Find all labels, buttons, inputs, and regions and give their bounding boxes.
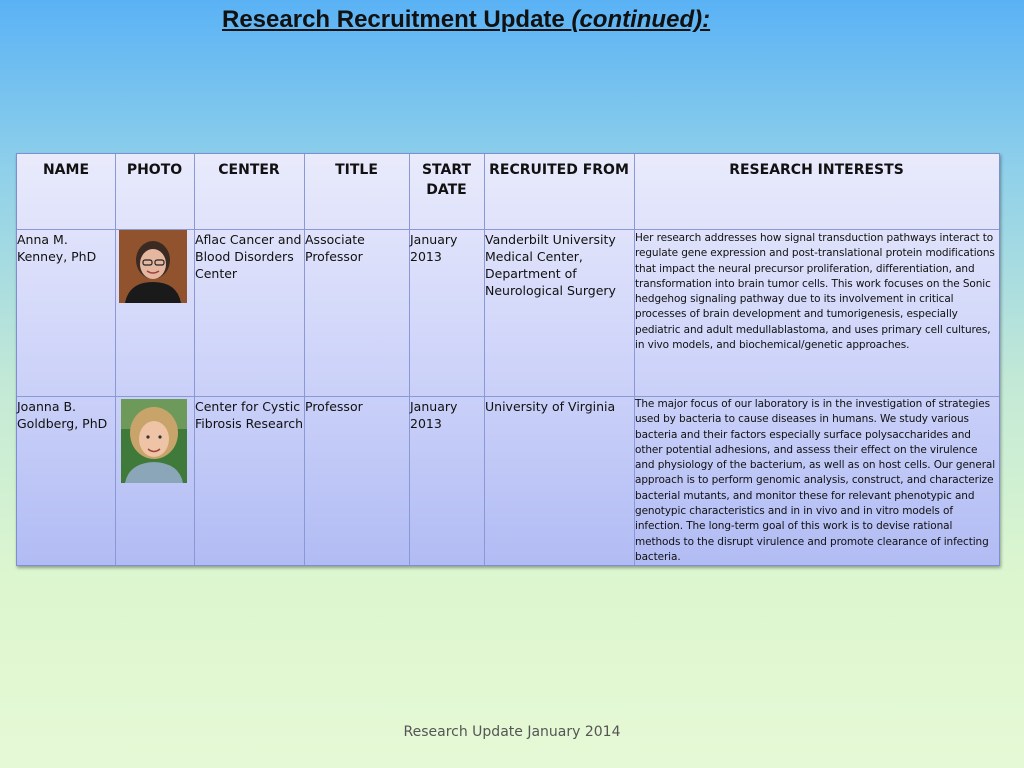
slide-footer: Research Update January 2014 [403,724,621,740]
row2-photo [121,399,187,483]
slide-title: Research Recruitment Update (continued): [222,6,710,34]
header-photo: PHOTO [126,162,183,178]
header-research-interests: RESEARCH INTERESTS [729,162,904,178]
research-line: Her research addresses how signal transd… [635,232,994,244]
row1-start-date: January 2013 [410,231,483,265]
row1-name: Anna M. Kenney, PhD [17,231,113,265]
research-line: other potential adhesions, and assess th… [635,443,978,456]
row1-research-interests: Her research addresses how signal transd… [635,231,999,353]
row1-recruited-line: Neurological Surgery [485,283,616,298]
row1-photo [119,230,187,303]
row2-research-interests: The major focus of our laboratory is in … [635,397,999,565]
col-divider [484,154,485,565]
row2-start-line: 2013 [410,416,442,431]
row2-center: Center for Cystic Fibrosis Research [195,398,303,432]
row1-title-line: Professor [305,249,363,264]
col-divider [115,154,116,565]
row1-center: Aflac Cancer and Blood Disorders Center [195,231,303,282]
research-line: bacteria and their factors especially su… [635,428,971,441]
research-line: regulate gene expression and post-transl… [635,247,995,260]
row1-recruited-line: Medical Center, [485,249,583,264]
header-recruited-from: RECRUITED FROM [489,162,629,178]
research-line: in vivo models, and biochemical/genetic … [635,339,910,352]
col-divider [304,154,305,565]
row2-name-line2: Goldberg, PhD [17,416,108,431]
row2-title: Professor [305,398,408,415]
row1-start-line: 2013 [410,249,442,264]
header-start-date-line1: START [421,162,472,178]
header-start-date-line2: DATE [426,182,467,198]
slide-title-continued: (continued): [571,6,711,33]
research-line: transformation into brain tumor cells. T… [635,277,991,290]
research-line: hedgehog signaling pathway due to its in… [635,293,954,306]
row1-title: Associate Professor [305,231,408,265]
header-start-date: START DATE [409,160,484,200]
row1-recruited-line: Vanderbilt University [485,232,616,247]
row1-name-line2: Kenney, PhD [17,249,97,264]
research-line: methods to the disrupt virulence and pro… [635,535,989,548]
row2-start-date: January 2013 [410,398,483,432]
slide-title-main: Research Recruitment Update [222,6,572,33]
row1-center-line: Aflac Cancer and [195,232,302,247]
research-line: approach is to perform genomic analysis,… [635,474,994,487]
col-divider [194,154,195,565]
research-line: pediatric and adult medullablastoma, and… [635,323,991,336]
row1-recruited-line: Department of [485,266,577,281]
research-line: bacteria. [635,550,681,563]
row2-title-line: Professor [305,399,363,414]
research-line: used by bacteria to cause diseases in hu… [635,413,969,426]
recruitment-table: NAME PHOTO CENTER TITLE START DATE RECRU… [16,153,1000,566]
row2-center-line: Center for Cystic [195,399,301,414]
research-line: processes of brain development and tumor… [635,308,958,321]
header-title: TITLE [335,162,378,178]
header-center: CENTER [218,162,280,178]
portrait-photo-icon [121,399,187,483]
col-divider [409,154,410,565]
row1-center-line: Center [195,266,238,281]
row2-recruited-line: University of Virginia [485,399,616,414]
row2-start-line: January [410,399,458,414]
row1-center-line: Blood Disorders [195,249,294,264]
row2-center-line: Fibrosis Research [195,416,304,431]
research-line: that impact the neural precursor prolife… [635,262,975,275]
research-line: bacterial mutants, and monitor these for… [635,489,975,502]
research-line: and physiology of the bacterium, as well… [635,459,996,472]
portrait-photo-icon [119,230,187,303]
row2-recruited-from: University of Virginia [485,398,633,415]
row2-name: Joanna B. Goldberg, PhD [17,398,113,432]
research-line: infection. The long-term goal of this wo… [635,520,953,533]
row1-title-line: Associate [305,232,365,247]
row2-name-line1: Joanna B. [17,399,77,414]
row1-start-line: January [410,232,458,247]
row1-recruited-from: Vanderbilt University Medical Center, De… [485,231,633,299]
row1-name-line1: Anna M. [17,232,68,247]
research-line: The major focus of our laboratory is in … [635,398,990,410]
research-line: genotypic characteristics and in in vivo… [635,505,953,518]
header-name: NAME [42,162,90,178]
